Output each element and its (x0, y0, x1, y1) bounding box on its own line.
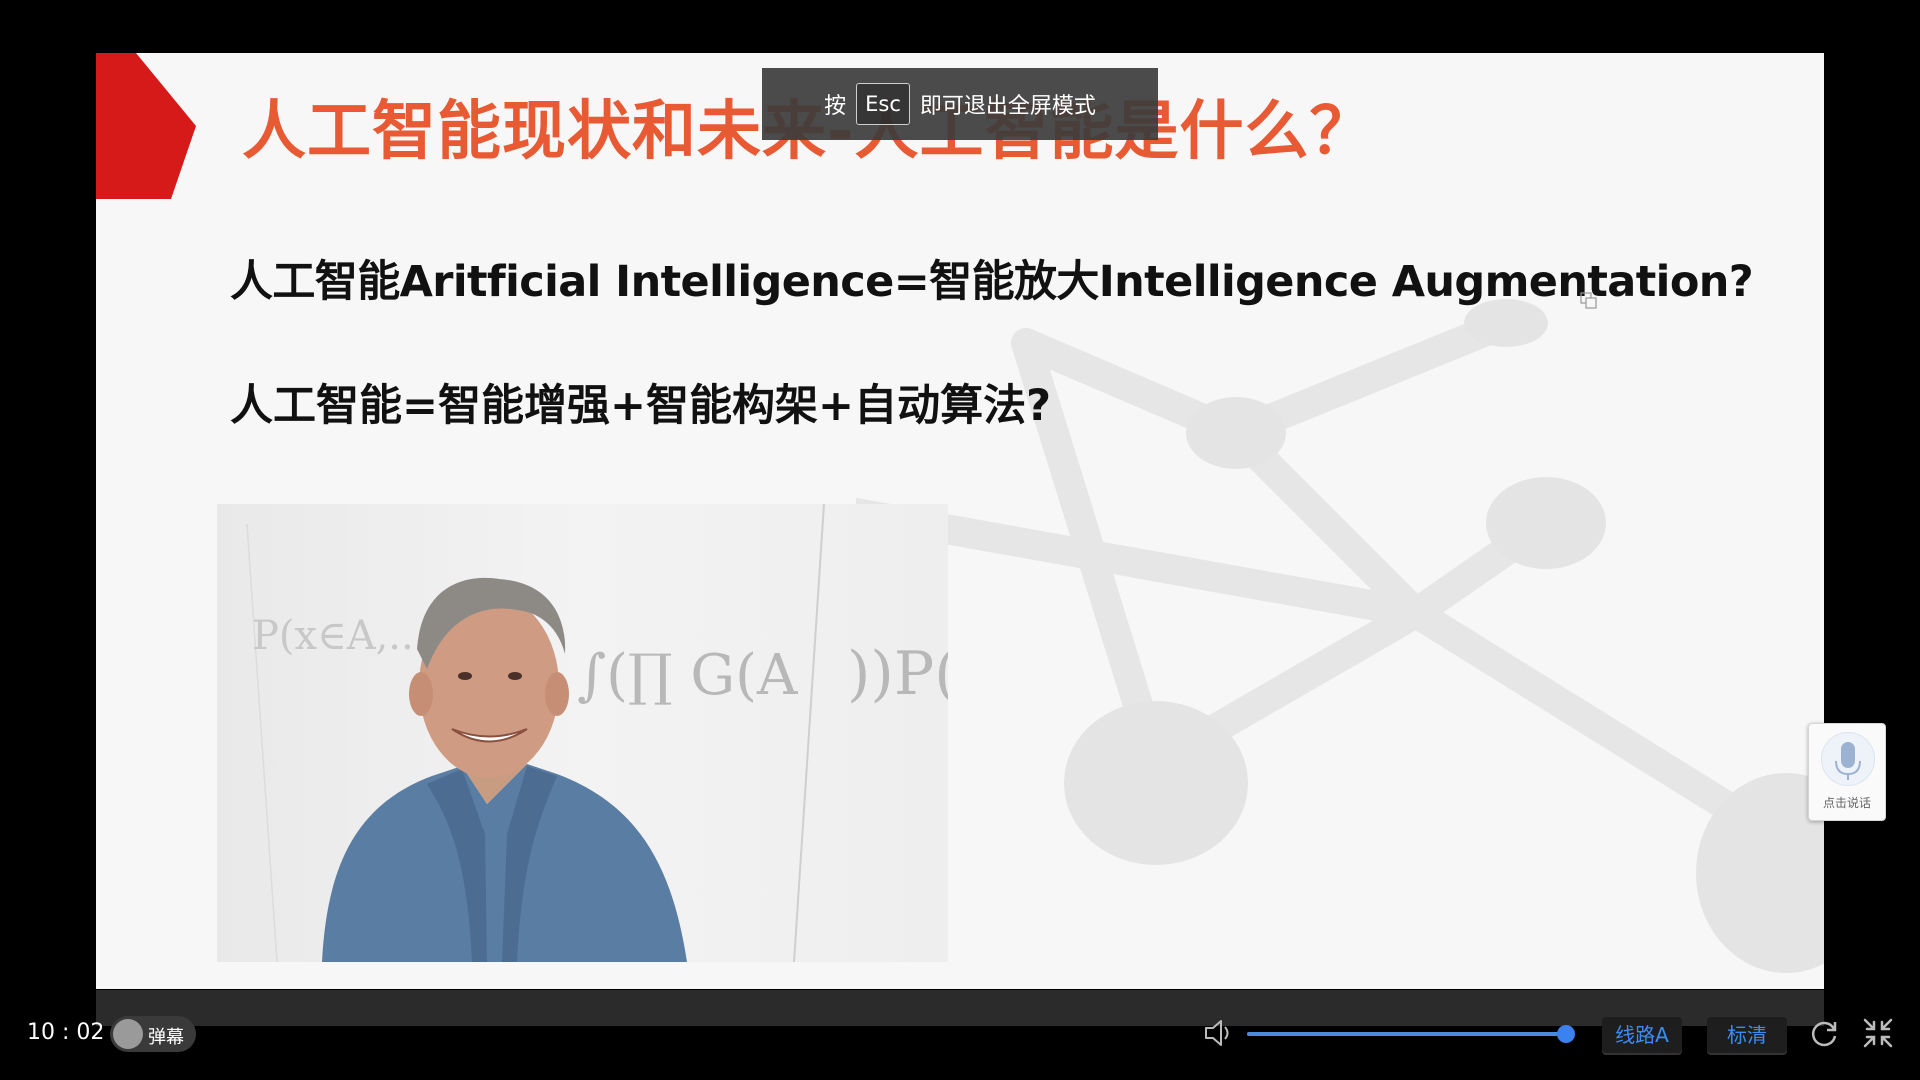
presentation-slide: 人工智能现状和未来-人工智能是什么？ 人工智能Aritficial Intell… (96, 53, 1824, 989)
whiteboard-text-3: ))P( (847, 639, 948, 709)
volume-slider-fill (1247, 1032, 1567, 1036)
playback-time: 10 : 02 (27, 1020, 105, 1045)
professor-photo: P(x∈A,...,X ∫(∏ G(A ))P( (217, 504, 948, 962)
volume-icon[interactable] (1203, 1017, 1233, 1049)
esc-key-badge: Esc (856, 83, 910, 125)
red-corner-marker (96, 53, 196, 199)
route-select-button[interactable]: 线路A (1602, 1017, 1682, 1053)
control-bar-strip (96, 990, 1824, 1026)
toast-suffix: 即可退出全屏模式 (919, 94, 1096, 119)
exit-fullscreen-toast: 按 Esc 即可退出全屏模式 (762, 68, 1158, 140)
mic-button[interactable] (1821, 732, 1875, 786)
microphone-icon (1835, 742, 1861, 780)
exit-fullscreen-icon[interactable] (1862, 1017, 1894, 1049)
volume-slider-track[interactable] (1247, 1025, 1576, 1043)
danmu-toggle-knob[interactable] (113, 1019, 143, 1049)
voice-input-widget[interactable]: 点击说话 (1808, 723, 1886, 821)
toast-prefix: 按 (824, 94, 847, 119)
photo-illustration: P(x∈A,...,X ∫(∏ G(A ))P( (246, 504, 948, 962)
whiteboard-text-2: ∫(∏ G(A (577, 643, 798, 708)
copy-icon[interactable] (1579, 291, 1599, 311)
danmu-label: 弹幕 (148, 1027, 184, 1048)
mic-label: 点击说话 (1822, 796, 1871, 810)
slide-line-2: 人工智能=智能增强+智能构架+自动算法? (230, 381, 1052, 431)
slide-line-1: 人工智能Aritficial Intelligence=智能放大Intellig… (230, 257, 1754, 307)
refresh-icon[interactable] (1808, 1017, 1840, 1049)
danmu-toggle[interactable]: 弹幕 (110, 1016, 196, 1052)
player-stage: 人工智能现状和未来-人工智能是什么？ 人工智能Aritficial Intell… (0, 0, 1920, 1080)
quality-select-button[interactable]: 标清 (1707, 1017, 1787, 1053)
